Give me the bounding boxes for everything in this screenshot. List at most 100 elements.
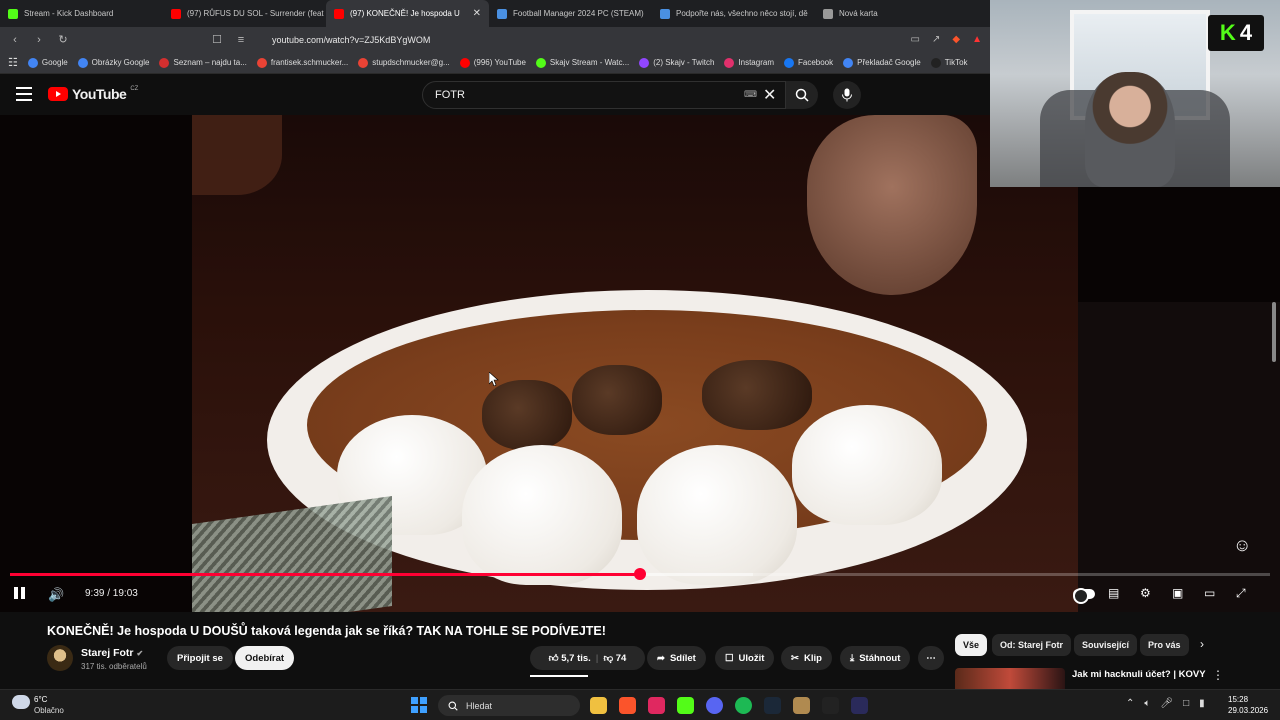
bookmark-item[interactable]: Seznam – najdu ta...: [159, 57, 247, 68]
more-vertical-icon[interactable]: ⋮: [1212, 668, 1224, 682]
bookmark-item[interactable]: (2) Skajv - Twitch: [639, 57, 714, 68]
forward-button[interactable]: ›: [32, 34, 46, 46]
chip-for-you[interactable]: Pro vás: [1140, 634, 1189, 656]
dislike-button[interactable]: 👎︎ 74: [603, 652, 626, 664]
voice-search-button[interactable]: [833, 81, 861, 109]
video-frame[interactable]: [192, 115, 1078, 612]
browser-tab[interactable]: Podpořte nás, všechno něco stojí, dě: [652, 0, 815, 27]
cast-icon[interactable]: ▭: [1204, 586, 1215, 600]
site-info-icon[interactable]: ≡: [234, 34, 248, 46]
search-input[interactable]: FOTR: [422, 81, 786, 109]
browser-tab[interactable]: Nová karta: [815, 0, 978, 27]
bookmark-icon[interactable]: ☐: [210, 33, 224, 46]
video-player[interactable]: ☺ 🔊 9:39 / 19:03 ▤ ⚙ ▣ ▭ ⤢: [0, 115, 1280, 612]
more-actions-button[interactable]: ⋯: [918, 646, 944, 670]
weather-temperature[interactable]: 6°C: [34, 695, 47, 704]
url-field[interactable]: youtube.com/watch?v=ZJ5KdBYgWOM: [272, 35, 430, 45]
subtitles-icon[interactable]: ▤: [1108, 586, 1119, 600]
brave-browser-icon[interactable]: [619, 697, 636, 714]
browser-tab[interactable]: Football Manager 2024 PC (STEAM): [489, 0, 652, 27]
game-app-icon[interactable]: [793, 697, 810, 714]
pause-button[interactable]: [14, 587, 28, 601]
spotify-icon[interactable]: [735, 697, 752, 714]
save-button[interactable]: ☐ Uložit: [715, 646, 775, 670]
brave-rewards-icon[interactable]: ▲: [972, 34, 982, 45]
progress-scrubber[interactable]: [634, 568, 646, 580]
cloud-icon[interactable]: [12, 695, 30, 709]
discord-icon[interactable]: [706, 697, 723, 714]
brave-shield-icon[interactable]: ◆: [952, 34, 960, 45]
join-button[interactable]: Připojit se: [167, 646, 233, 670]
channel-name[interactable]: Starej Fotr ✔: [81, 647, 143, 659]
bookmark-item[interactable]: Obrázky Google: [77, 57, 149, 68]
clear-search-icon[interactable]: ✕: [763, 85, 776, 105]
search-button[interactable]: [786, 81, 818, 109]
bookmark-item[interactable]: (996) YouTube: [459, 57, 526, 68]
browser-tab[interactable]: Stream - Kick Dashboard: [0, 0, 163, 27]
recommendation-thumbnail[interactable]: [955, 668, 1065, 689]
tab-close-icon[interactable]: ✕: [473, 8, 481, 19]
speaker-icon[interactable]: 🔈︎: [1144, 698, 1150, 709]
channel-watermark-icon[interactable]: ☺: [1233, 535, 1251, 556]
fullscreen-icon[interactable]: ⤢: [1236, 586, 1246, 601]
back-button[interactable]: ‹: [8, 34, 22, 46]
bookmark-item[interactable]: frantisek.schmucker...: [256, 57, 348, 68]
chevron-up-icon[interactable]: ⌃: [1126, 698, 1134, 709]
browser-tab[interactable]: (97) RŮFUS DU SOL - Surrender (feat: [163, 0, 326, 27]
bookmark-item[interactable]: Skajv Stream - Watc...: [535, 57, 629, 68]
share-page-icon[interactable]: ↗: [932, 34, 940, 45]
keyboard-icon[interactable]: ⌨: [744, 89, 757, 100]
reload-button[interactable]: ↻: [56, 33, 70, 46]
like-highlight: [530, 675, 588, 677]
battery-icon[interactable]: ▮: [1199, 698, 1205, 709]
bookmark-item[interactable]: TikTok: [930, 57, 968, 68]
autoplay-toggle[interactable]: [1073, 588, 1095, 604]
football-manager-icon[interactable]: [851, 697, 868, 714]
network-icon[interactable]: □: [1183, 698, 1189, 709]
clock-date[interactable]: 29.03.2026: [1228, 706, 1268, 715]
cast-icon[interactable]: ▭: [911, 34, 920, 45]
bookmark-item[interactable]: Facebook: [783, 57, 833, 68]
download-label: Stáhnout: [859, 652, 901, 664]
like-button[interactable]: 👍︎ 5,7 tis.: [549, 652, 591, 664]
tiktok-app-icon[interactable]: [648, 697, 665, 714]
file-explorer-icon[interactable]: [590, 697, 607, 714]
microphone-icon[interactable]: 🎤︎: [1160, 698, 1173, 709]
bookmark-item[interactable]: Google: [27, 57, 68, 68]
verified-icon: ✔: [136, 649, 144, 658]
chip-related[interactable]: Související: [1074, 634, 1138, 656]
obs-icon[interactable]: [822, 697, 839, 714]
taskbar-search[interactable]: Hledat: [438, 695, 580, 716]
recommendation-title[interactable]: Jak mi hacknuli účet? | KOVY: [1072, 669, 1206, 680]
bookmark-item[interactable]: Instagram: [724, 57, 774, 68]
apps-grid-icon[interactable]: ☷: [8, 56, 18, 69]
youtube-logo[interactable]: YouTube CZ: [48, 86, 138, 102]
chip-from-channel[interactable]: Od: Starej Fotr: [992, 634, 1072, 656]
unsubscribe-button[interactable]: Odebírat: [235, 646, 295, 670]
settings-gear-icon[interactable]: ⚙: [1140, 586, 1151, 600]
download-icon: ⤓: [850, 652, 855, 664]
menu-icon[interactable]: [16, 87, 32, 101]
weather-condition[interactable]: Oblačno: [34, 706, 64, 715]
clip-button[interactable]: ✂ Klip: [781, 646, 832, 670]
mouse-cursor-icon: [489, 372, 499, 386]
bookmark-item[interactable]: stupdschmucker@g...: [358, 57, 450, 68]
bookmark-item[interactable]: Překladač Google: [843, 57, 921, 68]
avatar[interactable]: [47, 645, 73, 671]
video-mat: [192, 495, 392, 612]
chevron-right-icon[interactable]: ›: [1200, 637, 1204, 651]
bookmark-label: Google: [41, 58, 68, 67]
download-button[interactable]: ⤓ Stáhnout: [840, 646, 911, 670]
miniplayer-icon[interactable]: ▣: [1172, 586, 1183, 600]
chip-all[interactable]: Vše: [955, 634, 988, 656]
scrollbar-thumb[interactable]: [1272, 302, 1276, 362]
start-button[interactable]: [411, 697, 427, 713]
share-button[interactable]: ➦ Sdílet: [647, 646, 706, 670]
tab-title: Stream - Kick Dashboard: [24, 9, 114, 18]
browser-tab[interactable]: (97) KONEČNĚ! Je hospoda U ✕: [326, 0, 489, 27]
volume-icon[interactable]: 🔊: [48, 587, 64, 603]
steam-icon[interactable]: [764, 697, 781, 714]
kick-app-icon[interactable]: [677, 697, 694, 714]
bookmark-favicon-icon: [639, 57, 650, 68]
clock-time[interactable]: 15:28: [1228, 695, 1248, 704]
